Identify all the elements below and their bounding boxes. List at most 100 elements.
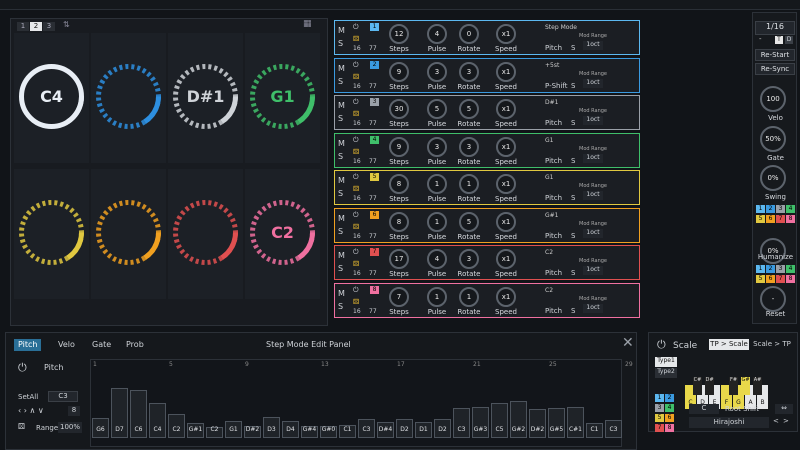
track-select-chip[interactable]: 4	[786, 265, 795, 273]
speed-knob[interactable]: x1	[496, 24, 516, 44]
power-icon[interactable]: ⏻	[353, 98, 359, 107]
step-bar[interactable]	[453, 408, 470, 438]
track-select-chip[interactable]: 8	[786, 275, 795, 283]
steps-knob[interactable]: 7	[389, 286, 409, 307]
black-key[interactable]: F#	[729, 377, 738, 395]
dice-icon[interactable]: ⚄	[353, 35, 359, 43]
pulse-control[interactable]: 4 Pulse	[423, 23, 451, 54]
velo-knob[interactable]: 100	[760, 86, 786, 112]
mode-s[interactable]: S	[571, 232, 575, 240]
rotate-control[interactable]: 1 Rotate	[455, 173, 483, 204]
steps-control[interactable]: 7 Steps	[385, 286, 413, 317]
pad-cell[interactable]	[91, 169, 166, 299]
tab-prob[interactable]: Prob	[122, 339, 148, 351]
pad-cell[interactable]	[14, 169, 89, 299]
mute-button[interactable]: M	[338, 174, 345, 187]
scale-tp-button[interactable]: Scale > TP	[749, 339, 795, 350]
solo-button[interactable]: S	[338, 262, 345, 275]
rotate-control[interactable]: 1 Rotate	[455, 286, 483, 317]
mute-button[interactable]: M	[338, 99, 345, 112]
power-icon[interactable]: ⏻	[353, 286, 359, 295]
mute-solo[interactable]: MS	[338, 174, 345, 200]
speed-control[interactable]: x1 Speed	[492, 23, 520, 54]
power-icon[interactable]: ⏻	[353, 61, 359, 70]
scale-name[interactable]: Hirajoshi	[689, 417, 769, 428]
rotate-knob[interactable]: 5	[459, 99, 479, 119]
speed-knob[interactable]: x1	[496, 99, 516, 119]
rotate-control[interactable]: 3 Rotate	[455, 248, 483, 279]
reset-knob[interactable]: -	[760, 286, 786, 312]
power-icon[interactable]: ⏻	[353, 211, 359, 220]
pulse-knob[interactable]: 4	[427, 24, 447, 44]
solo-button[interactable]: S	[338, 112, 345, 125]
pad-cell[interactable]: C4	[14, 33, 89, 163]
pad-cell[interactable]	[168, 169, 243, 299]
step-bar[interactable]	[567, 407, 584, 438]
mod-range-field[interactable]: 1oct	[583, 78, 603, 88]
rotate-control[interactable]: 5 Rotate	[455, 211, 483, 242]
range-field[interactable]: 100%	[58, 422, 82, 433]
rotate-control[interactable]: 3 Rotate	[455, 61, 483, 92]
steps-control[interactable]: 9 Steps	[385, 61, 413, 92]
tp-scale-button[interactable]: TP > Scale	[709, 339, 749, 350]
steps-knob[interactable]: 9	[389, 136, 409, 157]
rotate-knob[interactable]: 3	[459, 136, 479, 157]
mute-button[interactable]: M	[338, 249, 345, 262]
mute-solo[interactable]: MS	[338, 212, 345, 238]
black-key[interactable]: A#	[753, 377, 762, 395]
tab-gate[interactable]: Gate	[88, 339, 115, 351]
mute-button[interactable]: M	[338, 137, 345, 150]
steps-control[interactable]: 8 Steps	[385, 173, 413, 204]
mute-button[interactable]: M	[338, 212, 345, 225]
mute-solo[interactable]: MS	[338, 249, 345, 275]
pulse-knob[interactable]: 5	[427, 99, 447, 119]
pulse-control[interactable]: 3 Pulse	[423, 61, 451, 92]
rotate-knob[interactable]: 0	[459, 24, 479, 44]
speed-control[interactable]: x1 Speed	[492, 98, 520, 129]
pulse-knob[interactable]: 1	[427, 286, 447, 307]
steps-knob[interactable]: 9	[389, 61, 409, 82]
speed-control[interactable]: x1 Speed	[492, 173, 520, 204]
track-select-chip[interactable]: 7	[655, 424, 664, 432]
speed-knob[interactable]: x1	[496, 286, 516, 307]
rotate-knob[interactable]: 1	[459, 286, 479, 307]
speed-knob[interactable]: x1	[496, 61, 516, 82]
mute-button[interactable]: M	[338, 62, 345, 75]
dice-icon[interactable]: ⚄	[353, 298, 359, 306]
sort-icon[interactable]: ⇅	[63, 20, 70, 29]
power-icon[interactable]: ⏻	[18, 361, 27, 375]
pulse-knob[interactable]: 1	[427, 174, 447, 194]
pad-cell[interactable]: G1	[245, 33, 320, 163]
rate-display[interactable]: 1/16	[755, 21, 795, 35]
steps-field[interactable]: 8	[68, 406, 80, 416]
dice-icon[interactable]: ⚄	[353, 110, 359, 118]
track-select-chip[interactable]: 4	[665, 404, 674, 412]
mute-solo[interactable]: MS	[338, 287, 345, 313]
solo-button[interactable]: S	[338, 300, 345, 313]
track-select-chip[interactable]: 1	[756, 265, 765, 273]
track-select-chip[interactable]: 6	[766, 215, 775, 223]
steps-knob[interactable]: 8	[389, 174, 409, 194]
speed-control[interactable]: x1 Speed	[492, 286, 520, 317]
solo-button[interactable]: S	[338, 150, 345, 163]
black-key[interactable]: G#	[741, 377, 750, 395]
mod-range-field[interactable]: 1oct	[583, 303, 603, 313]
mod-range-field[interactable]: 1oct	[583, 266, 603, 275]
power-icon[interactable]: ⏻	[353, 173, 359, 182]
mode-s[interactable]: S	[571, 44, 575, 52]
step-bar[interactable]	[529, 409, 546, 438]
track-select-chip[interactable]: 4	[786, 205, 795, 213]
steps-knob[interactable]: 12	[389, 24, 409, 44]
pulse-knob[interactable]: 1	[427, 211, 447, 232]
setall-field[interactable]: C3	[48, 391, 78, 402]
speed-knob[interactable]: x1	[496, 249, 516, 269]
rotate-control[interactable]: 0 Rotate	[455, 23, 483, 54]
steps-control[interactable]: 12 Steps	[385, 23, 413, 54]
mute-solo[interactable]: MS	[338, 99, 345, 125]
rotate-knob[interactable]: 3	[459, 249, 479, 269]
speed-control[interactable]: x1 Speed	[492, 136, 520, 167]
speed-knob[interactable]: x1	[496, 174, 516, 194]
dice-icon[interactable]: ⚄	[18, 422, 25, 431]
steps-control[interactable]: 17 Steps	[385, 248, 413, 279]
mute-solo[interactable]: MS	[338, 137, 345, 163]
